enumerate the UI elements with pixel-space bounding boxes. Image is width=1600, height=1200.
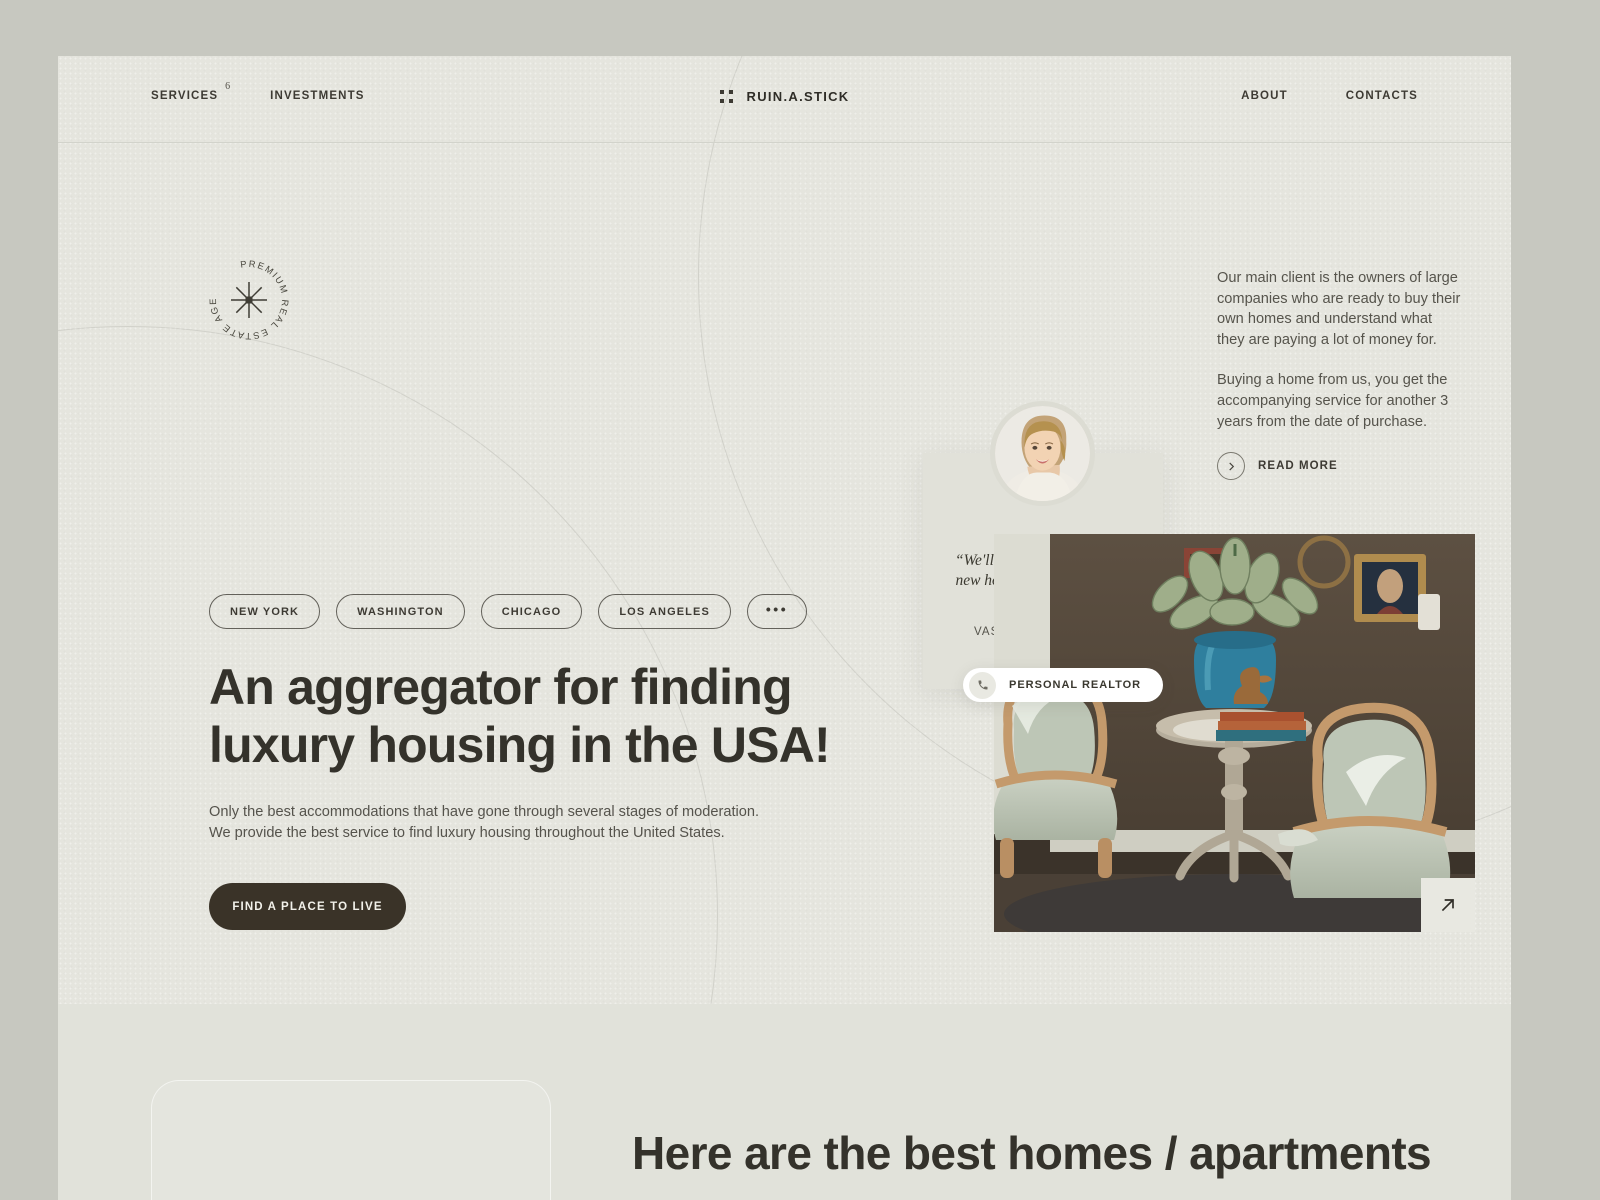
nav-item-services-label: SERVICES (151, 90, 219, 102)
best-homes-title: Here are the best homes / apartments (632, 1127, 1432, 1179)
brand-logo[interactable]: RUIN.A.STICK (719, 89, 850, 104)
phone-icon (969, 671, 996, 699)
page-canvas: SERVICES 6 INVESTMENTS RUIN.A.STICK ABOU… (58, 56, 1511, 1200)
star-center (245, 296, 253, 304)
hero-headline: An aggregator for finding luxury housing… (209, 659, 831, 773)
city-chip-los-angeles[interactable]: LOS ANGELES (598, 594, 731, 629)
premium-agency-badge: PREMIUM REAL ESTATE AGENCY (201, 252, 297, 348)
avatar-illustration (995, 406, 1090, 501)
find-a-place-button[interactable]: FIND A PLACE TO LIVE (209, 883, 406, 930)
nav-item-investments[interactable]: INVESTMENTS (270, 90, 364, 102)
read-more-label: READ MORE (1258, 460, 1338, 472)
intro-copy: Our main client is the owners of large c… (1217, 268, 1463, 452)
hero-subtitle-line-1: Only the best accommodations that have g… (209, 804, 760, 820)
realtor-portrait-avatar (990, 401, 1095, 506)
interior-photo[interactable] (994, 534, 1475, 932)
personal-realtor-label: PERSONAL REALTOR (1009, 679, 1142, 691)
nav-item-contacts[interactable]: CONTACTS (1346, 90, 1418, 102)
city-chip-chicago[interactable]: CHICAGO (480, 594, 583, 629)
interior-illustration (994, 534, 1475, 932)
nav-item-services[interactable]: SERVICES 6 (151, 81, 230, 102)
four-dot-grid-icon (719, 90, 733, 103)
city-chip-washington[interactable]: WASHINGTON (336, 594, 465, 629)
primary-nav-right: ABOUT CONTACTS (1241, 90, 1418, 102)
city-chip-new-york[interactable]: NEW YORK (209, 594, 321, 629)
brand-name: RUIN.A.STICK (746, 89, 850, 104)
primary-nav-left: SERVICES 6 INVESTMENTS (151, 81, 365, 102)
arrow-up-right-icon[interactable] (1421, 878, 1475, 932)
best-homes-section: Here are the best homes / apartments (58, 1004, 1511, 1200)
nav-services-count: 6 (225, 81, 231, 92)
city-chip-more[interactable]: ••• (746, 594, 808, 629)
badge-svg: PREMIUM REAL ESTATE AGENCY (201, 252, 289, 341)
intro-paragraph-2: Buying a home from us, you get the accom… (1217, 372, 1449, 430)
nav-item-about[interactable]: ABOUT (1241, 90, 1288, 102)
hero-subtitle: Only the best accommodations that have g… (209, 802, 809, 844)
nav-item-investments-label: INVESTMENTS (270, 90, 365, 102)
read-more-button[interactable]: READ MORE (1217, 452, 1338, 480)
personal-realtor-button[interactable]: PERSONAL REALTOR (963, 668, 1164, 702)
intro-paragraph-1: Our main client is the owners of large c… (1217, 270, 1461, 348)
section-card-placeholder (151, 1080, 551, 1200)
chevron-right-icon (1217, 452, 1245, 480)
city-filter-chips: NEW YORK WASHINGTON CHICAGO LOS ANGELES … (209, 594, 808, 629)
hero-subtitle-line-2: We provide the best service to find luxu… (209, 825, 725, 841)
site-header: SERVICES 6 INVESTMENTS RUIN.A.STICK ABOU… (58, 56, 1511, 143)
